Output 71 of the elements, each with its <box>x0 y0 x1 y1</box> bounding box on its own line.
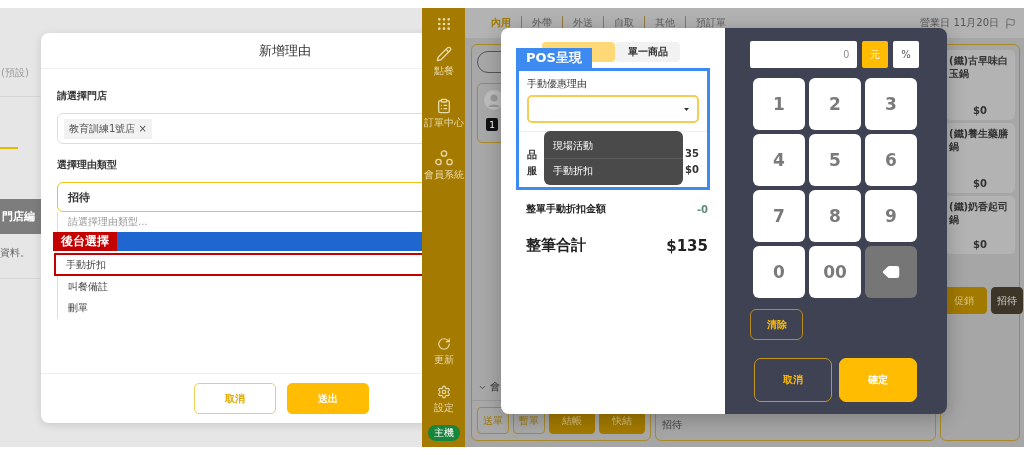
discount-value: -0 <box>696 203 708 215</box>
menu-item[interactable]: 手動折扣 <box>544 158 683 182</box>
keypad-key[interactable]: 8 <box>809 190 861 242</box>
product-card[interactable]: (鐵)古早味白玉鍋 $0 <box>945 50 1015 120</box>
dropdown-option[interactable]: 手動折扣 <box>54 253 422 276</box>
total-label: 整筆合計 <box>526 236 586 255</box>
refresh-icon <box>436 337 451 351</box>
clear-button[interactable]: 清除 <box>750 309 803 340</box>
section-label: 會 <box>490 380 500 394</box>
reason-type-select[interactable]: 招待 <box>57 182 422 212</box>
summary-label: 品 <box>527 148 537 162</box>
sidebar-item[interactable]: 訂單中心 <box>423 116 464 130</box>
note-text: 資料。 <box>0 246 31 260</box>
product-name: (鐵)奶香起司鍋 <box>949 200 1010 226</box>
circles-icon <box>434 150 453 166</box>
dialog-title: 新增理由 <box>259 41 311 60</box>
backspace-key[interactable] <box>865 246 917 298</box>
summary-label: 服 <box>527 164 537 178</box>
annotation-label: POS呈現 <box>516 48 592 68</box>
store-tag[interactable]: 教育訓練1號店 × <box>64 118 152 139</box>
keypad-key[interactable]: 7 <box>753 190 805 242</box>
annotation-label: 後台選擇 <box>53 232 117 251</box>
product-name: (鐵)古早味白玉鍋 <box>949 54 1010 80</box>
pencil-icon <box>435 46 452 62</box>
keypad-key[interactable]: 0 <box>753 246 805 298</box>
cancel-button[interactable]: 取消 <box>754 358 832 402</box>
field-label: 手動優惠理由 <box>527 77 587 91</box>
keypad-key[interactable]: 2 <box>809 78 861 130</box>
summary-value: 35 <box>685 148 699 161</box>
reason-select[interactable] <box>527 95 699 123</box>
product-card[interactable]: (鐵)養生藥膳鍋 $0 <box>945 123 1015 193</box>
keypad-key[interactable]: 5 <box>809 134 861 186</box>
flag-icon[interactable] <box>1005 17 1016 29</box>
unit-toggle[interactable]: % <box>893 41 919 68</box>
product-price: $0 <box>973 178 987 189</box>
product-action-button[interactable]: 招待 <box>991 287 1023 314</box>
business-day-label: 營業日 <box>919 16 950 30</box>
date-text: 11月20日 <box>953 16 999 30</box>
apps-icon[interactable] <box>435 16 452 32</box>
discount-label: 整單手動折扣金額 <box>526 202 606 216</box>
discount-tab[interactable]: 單一商品 <box>615 42 680 62</box>
amount-field[interactable]: 0 <box>750 41 857 68</box>
product-price: $0 <box>973 239 987 250</box>
keypad-key[interactable]: 3 <box>865 78 917 130</box>
sidebar-item[interactable]: 設定 <box>433 401 454 415</box>
sidebar-item[interactable]: 會員系統 <box>423 168 464 182</box>
product-card[interactable]: (鐵)奶香起司鍋 $0 <box>945 196 1015 254</box>
column-label: (預設) <box>0 66 30 80</box>
menu-item[interactable]: 現場活動 <box>544 134 683 158</box>
total-value: $135 <box>666 236 708 255</box>
settings-icon <box>436 385 451 399</box>
sidebar-item[interactable]: 更新 <box>433 353 454 367</box>
keypad-key[interactable]: 00 <box>809 246 861 298</box>
keypad-key[interactable]: 6 <box>865 134 917 186</box>
keypad-key[interactable]: 1 <box>753 78 805 130</box>
keypad-key[interactable]: 4 <box>753 134 805 186</box>
sidebar-item[interactable]: 點餐 <box>433 64 454 78</box>
field-label: 選擇理由類型 <box>57 158 117 172</box>
note-text: 招待 <box>661 418 682 432</box>
clipboard-icon <box>435 98 452 114</box>
item-count-badge: 1 <box>486 118 498 131</box>
table-header-cell: 門店編 <box>0 199 41 234</box>
product-name: (鐵)養生藥膳鍋 <box>949 127 1010 153</box>
keypad-key[interactable]: 9 <box>865 190 917 242</box>
caret-icon <box>684 107 689 111</box>
host-badge: 主機 <box>427 425 460 441</box>
summary-value: $0 <box>685 164 699 177</box>
cancel-button[interactable]: 取消 <box>193 383 276 414</box>
backspace-icon <box>882 263 900 281</box>
field-label: 請選擇門店 <box>57 89 107 103</box>
product-price: $0 <box>973 105 987 116</box>
